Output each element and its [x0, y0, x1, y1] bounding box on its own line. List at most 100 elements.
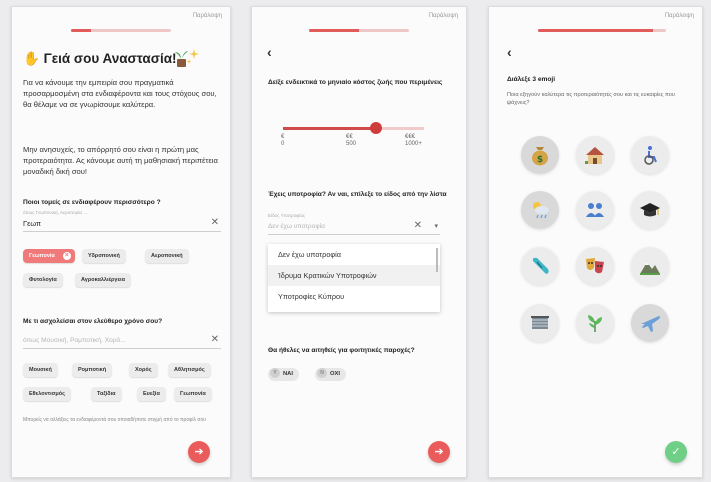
screen-living-cost: Παράλειψη ‹ Δείξε ενδεικτικά το μηνιαίο … [251, 6, 467, 478]
airplane-icon[interactable] [631, 304, 669, 342]
chip-label: Αθλητισμός [174, 367, 205, 373]
emoji-title: Διάλεξε 3 emoji [507, 76, 556, 83]
footer-note: Μπορείς να αλλάξεις τα ενδιαφέροντά σου … [23, 417, 206, 423]
chip-label: Ρομποτική [78, 367, 107, 373]
tick-value: 1000+ [405, 141, 422, 147]
chip[interactable]: Ευεξία [137, 387, 166, 401]
chip-label: Φυτολογία [29, 277, 57, 283]
clear-icon[interactable]: ✕ [211, 217, 219, 228]
benefits-question: Θα ήθελες να αιτηθείς για φοιτητικές παρ… [268, 347, 415, 354]
chip[interactable]: Αθλητισμός [168, 363, 211, 377]
intro-paragraph: Για να κάνουμε την εμπειρία σου πραγματι… [23, 78, 217, 109]
back-arrow-icon[interactable]: ‹ [507, 45, 512, 59]
chip-label: Γεωπονία [29, 253, 55, 259]
waving-hand-icon: ✋ [23, 51, 40, 66]
chip-label: Μουσική [29, 367, 52, 373]
chip[interactable]: Ρομποτική [72, 363, 113, 377]
dropdown-scrollbar[interactable] [436, 248, 438, 272]
screen-emoji-picker: Παράλειψη ‹ Διάλεξε 3 emoji Ποια εξηγούν… [488, 6, 703, 478]
svg-text:$: $ [537, 155, 543, 165]
screen-interests: Παράλειψη ✋ Γειά σου Αναστασία! Για να κ… [11, 6, 231, 478]
skip-link[interactable]: Παράλειψη [429, 13, 458, 19]
scholarship-question: Έχεις υποτροφία? Αν ναι, επίλεξε το είδο… [268, 191, 447, 198]
greeting-heading: ✋ Γειά σου Αναστασία! [23, 51, 177, 67]
skip-link[interactable]: Παράλειψη [665, 13, 694, 19]
tick-max: €€€ 1000+ [405, 134, 422, 148]
hobbies-input-placeholder: όπως Μουσική, Ρομποτική, Χορό... [23, 337, 126, 344]
hobbies-input[interactable]: όπως Μουσική, Ρομποτική, Χορό... ✕ [23, 334, 221, 349]
tick-symbol: €€€ [405, 134, 416, 140]
progress-fill [71, 29, 91, 32]
chip[interactable]: Υδροπονική [82, 249, 126, 263]
chip-label: Ταξίδια [97, 391, 116, 397]
chip-label: Αγροκαλλιέργεια [81, 277, 125, 283]
next-button[interactable]: ➔ [188, 441, 210, 463]
plant-sparkle-icon [175, 49, 199, 67]
chip-label: Εθελοντισμός [29, 391, 65, 397]
chip-label: Υδροπονική [88, 253, 120, 259]
confirm-button[interactable]: ✓ [665, 441, 687, 463]
chip-label: Γεωπονία [180, 391, 206, 397]
flip-flop-icon[interactable] [521, 247, 559, 285]
herb-leaf-icon[interactable] [576, 304, 614, 342]
chevron-down-icon[interactable]: ▾ [434, 222, 438, 230]
dropdown-option[interactable]: Υποτροφίες Κύπρου [268, 286, 440, 307]
two-people-icon[interactable] [576, 191, 614, 229]
interests-question: Ποιοι τομείς σε ενδιαφέρουν περισσότερο … [23, 199, 161, 206]
remove-chip-icon[interactable]: × [62, 252, 71, 260]
chip[interactable]: Ταξίδια [91, 387, 122, 401]
scholarship-select[interactable]: Δεν έχω υποτροφία ✕ ▾ [268, 220, 440, 235]
interests-input-value: Γεωπ [23, 219, 42, 228]
performing-arts-masks-icon[interactable] [576, 247, 614, 285]
wheelchair-icon[interactable] [631, 136, 669, 174]
tick-symbol: €€ [346, 134, 353, 140]
clear-icon[interactable]: ✕ [211, 334, 219, 345]
radio-yes-label: ΝΑΙ [283, 371, 293, 377]
tick-symbol: € [281, 134, 285, 140]
radio-yes-badge: Y [270, 367, 280, 378]
dropdown-option[interactable]: Δεν έχω υποτροφία [268, 244, 440, 265]
progress-bar [538, 29, 666, 32]
radio-no-badge: N [317, 367, 327, 378]
graduation-cap-icon[interactable] [631, 191, 669, 229]
chip[interactable]: Εθελοντισμός [23, 387, 71, 401]
privacy-paragraph: Μην ανησυχείς, το απόρρητό σου είναι η π… [23, 145, 218, 176]
chip-label: Αεροπονική [151, 253, 183, 259]
progress-fill [538, 29, 654, 32]
chip-selected[interactable]: Γεωπονία × [23, 249, 75, 263]
mountains-icon[interactable] [631, 247, 669, 285]
money-bag-icon[interactable]: $ [521, 136, 559, 174]
progress-bar [309, 29, 409, 32]
arrow-right-icon: ➔ [434, 446, 444, 458]
window-blinds-icon[interactable] [521, 304, 559, 342]
chip[interactable]: Αεροπονική [145, 249, 189, 263]
next-button[interactable]: ➔ [428, 441, 450, 463]
tick-value: 0 [281, 141, 285, 147]
greeting-text: Γειά σου Αναστασία! [43, 51, 177, 66]
skip-link[interactable]: Παράλειψη [193, 13, 222, 19]
tick-mid: €€ 500 [346, 134, 356, 148]
chip[interactable]: Μουσική [23, 363, 58, 377]
radio-no[interactable]: N ΟΧΙ [315, 367, 346, 381]
progress-bar [71, 29, 171, 32]
chip[interactable]: Γεωπονία [174, 387, 212, 401]
chip[interactable]: Αγροκαλλιέργεια [75, 273, 131, 287]
chip[interactable]: Φυτολογία [23, 273, 63, 287]
radio-yes[interactable]: Y ΝΑΙ [268, 367, 299, 381]
dropdown-option[interactable]: Ίδρυμα Κρατικών Υποτροφιών [268, 265, 440, 286]
house-icon[interactable] [576, 136, 614, 174]
cost-slider-fill [283, 127, 373, 130]
interests-hint: όπως Γεωπονική, Αεροπορία ... [23, 210, 88, 215]
arrow-right-icon: ➔ [194, 446, 204, 458]
sun-behind-rain-cloud-icon[interactable] [521, 191, 559, 229]
clear-icon[interactable]: ✕ [414, 220, 422, 231]
radio-no-label: ΟΧΙ [330, 371, 340, 377]
chip[interactable]: Χορός [129, 363, 158, 377]
interests-input[interactable]: Γεωπ ✕ [23, 217, 221, 232]
chip-label: Χορός [135, 367, 152, 373]
checkmark-icon: ✓ [671, 446, 681, 458]
emoji-subtitle: Ποια εξηγούν καλύτερα τις προτεραιότητές… [507, 92, 675, 106]
back-arrow-icon[interactable]: ‹ [267, 45, 272, 59]
tick-value: 500 [346, 141, 357, 147]
cost-slider-thumb[interactable] [370, 122, 382, 134]
